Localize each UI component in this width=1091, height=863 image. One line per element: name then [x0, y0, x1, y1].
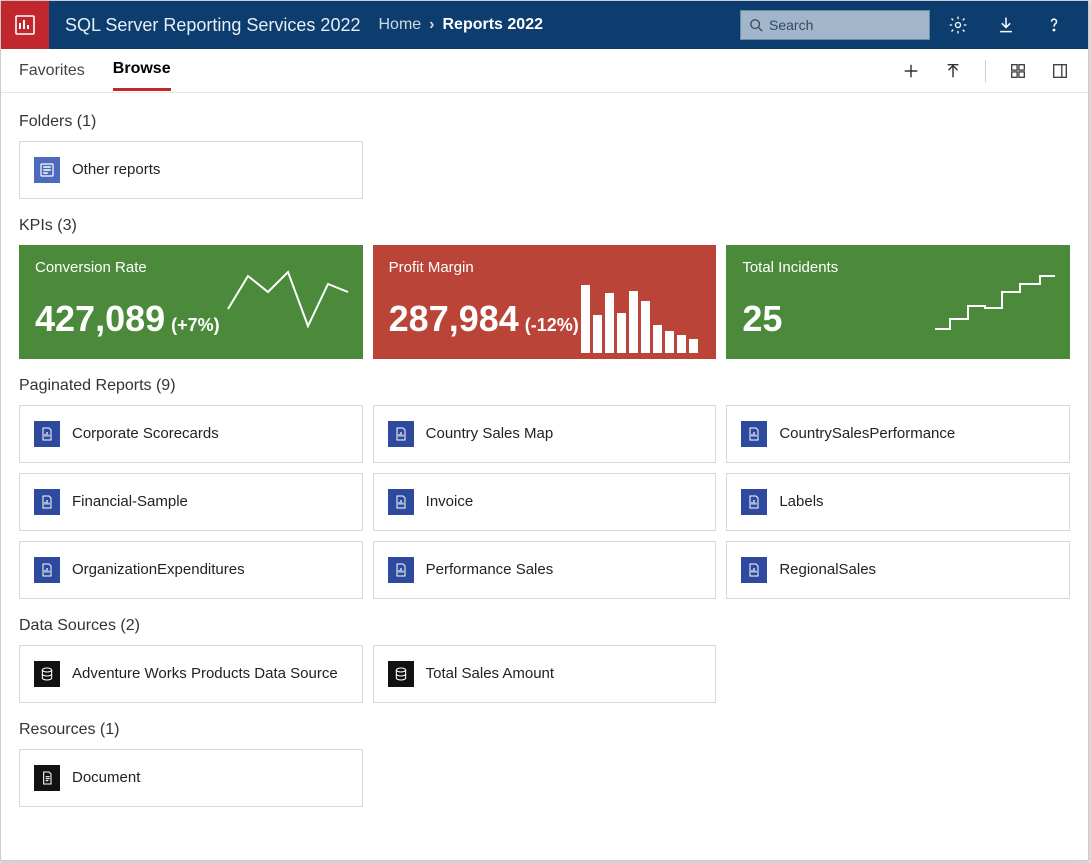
report-icon — [741, 421, 767, 447]
report-label: Country Sales Map — [426, 424, 554, 444]
report-label: Corporate Scorecards — [72, 424, 219, 444]
datasource-icon — [388, 661, 414, 687]
app-title: SQL Server Reporting Services 2022 — [65, 15, 360, 36]
chevron-right-icon: › — [429, 16, 434, 34]
folder-icon — [34, 157, 60, 183]
report-icon — [34, 421, 60, 447]
report-icon — [388, 489, 414, 515]
search-box[interactable] — [740, 10, 930, 40]
content-area: Folders (1) Other reports KPIs (3) Conve… — [1, 93, 1088, 839]
tab-bar: Favorites Browse — [1, 49, 1088, 93]
bar-chart — [576, 278, 706, 353]
paginated-grid: Corporate Scorecards Country Sales Map C… — [19, 405, 1070, 599]
section-folders-title: Folders (1) — [19, 113, 1070, 131]
kpi-profit-margin[interactable]: Profit Margin 287,984 (-12%) — [373, 245, 717, 359]
download-icon — [996, 15, 1016, 35]
new-button[interactable] — [901, 61, 921, 81]
app-window: SQL Server Reporting Services 2022 Home … — [0, 0, 1089, 861]
kpi-value: 287,984 — [389, 298, 519, 340]
app-header: SQL Server Reporting Services 2022 Home … — [1, 1, 1088, 49]
app-logo[interactable] — [1, 1, 49, 49]
gear-icon — [948, 15, 968, 35]
help-button[interactable] — [1044, 15, 1064, 35]
kpi-delta: (+7%) — [171, 315, 220, 336]
kpi-value: 25 — [742, 298, 782, 340]
header-actions — [948, 15, 1064, 35]
settings-button[interactable] — [948, 15, 968, 35]
breadcrumb: Home › Reports 2022 — [378, 16, 543, 34]
report-label: RegionalSales — [779, 560, 876, 580]
kpi-total-incidents[interactable]: Total Incidents 25 — [726, 245, 1070, 359]
kpi-conversion-rate[interactable]: Conversion Rate 427,089 (+7%) — [19, 245, 363, 359]
datasource-label: Total Sales Amount — [426, 664, 554, 684]
report-icon — [388, 557, 414, 583]
download-button[interactable] — [996, 15, 1016, 35]
datasources-grid: Adventure Works Products Data Source Tot… — [19, 645, 1070, 703]
panel-icon — [1051, 62, 1069, 80]
resources-grid: Document — [19, 749, 1070, 807]
document-icon — [34, 765, 60, 791]
detail-panel-button[interactable] — [1050, 61, 1070, 81]
help-icon — [1044, 15, 1064, 35]
tab-browse[interactable]: Browse — [113, 50, 171, 91]
tab-favorites[interactable]: Favorites — [19, 52, 85, 90]
resource-label: Document — [72, 768, 140, 788]
resource-document[interactable]: Document — [19, 749, 363, 807]
report-label: Performance Sales — [426, 560, 554, 580]
breadcrumb-home[interactable]: Home — [378, 16, 421, 34]
upload-button[interactable] — [943, 61, 963, 81]
kpi-title: Profit Margin — [389, 259, 701, 276]
grid-icon — [1009, 62, 1027, 80]
kpi-value: 427,089 — [35, 298, 165, 340]
report-performance-sales[interactable]: Performance Sales — [373, 541, 717, 599]
report-icon — [388, 421, 414, 447]
step-chart — [930, 264, 1060, 339]
search-icon — [749, 18, 763, 32]
folder-other-reports[interactable]: Other reports — [19, 141, 363, 199]
report-icon — [34, 557, 60, 583]
report-label: OrganizationExpenditures — [72, 560, 245, 580]
report-organizationexpenditures[interactable]: OrganizationExpenditures — [19, 541, 363, 599]
section-resources-title: Resources (1) — [19, 721, 1070, 739]
report-country-sales-map[interactable]: Country Sales Map — [373, 405, 717, 463]
report-icon — [741, 489, 767, 515]
datasource-adventure-works[interactable]: Adventure Works Products Data Source — [19, 645, 363, 703]
section-paginated-title: Paginated Reports (9) — [19, 377, 1070, 395]
breadcrumb-current: Reports 2022 — [443, 16, 544, 34]
report-label: Invoice — [426, 492, 474, 512]
search-input[interactable] — [769, 17, 921, 33]
report-corporate-scorecards[interactable]: Corporate Scorecards — [19, 405, 363, 463]
kpi-grid: Conversion Rate 427,089 (+7%) Profit Mar… — [19, 245, 1070, 359]
datasource-total-sales[interactable]: Total Sales Amount — [373, 645, 717, 703]
report-invoice[interactable]: Invoice — [373, 473, 717, 531]
report-icon — [34, 489, 60, 515]
folder-label: Other reports — [72, 160, 160, 180]
upload-icon — [944, 62, 962, 80]
datasource-label: Adventure Works Products Data Source — [72, 664, 338, 684]
sparkline-chart — [223, 264, 353, 339]
folders-grid: Other reports — [19, 141, 1070, 199]
kpi-delta: (-12%) — [525, 315, 579, 336]
plus-icon — [902, 62, 920, 80]
report-labels[interactable]: Labels — [726, 473, 1070, 531]
report-regionalsales[interactable]: RegionalSales — [726, 541, 1070, 599]
section-kpis-title: KPIs (3) — [19, 217, 1070, 235]
report-label: CountrySalesPerformance — [779, 424, 955, 444]
report-label: Labels — [779, 492, 823, 512]
tile-view-button[interactable] — [1008, 61, 1028, 81]
report-icon — [741, 557, 767, 583]
report-financial-sample[interactable]: Financial-Sample — [19, 473, 363, 531]
report-countrysalesperformance[interactable]: CountrySalesPerformance — [726, 405, 1070, 463]
section-datasources-title: Data Sources (2) — [19, 617, 1070, 635]
report-label: Financial-Sample — [72, 492, 188, 512]
datasource-icon — [34, 661, 60, 687]
toolbar-actions — [901, 60, 1070, 82]
